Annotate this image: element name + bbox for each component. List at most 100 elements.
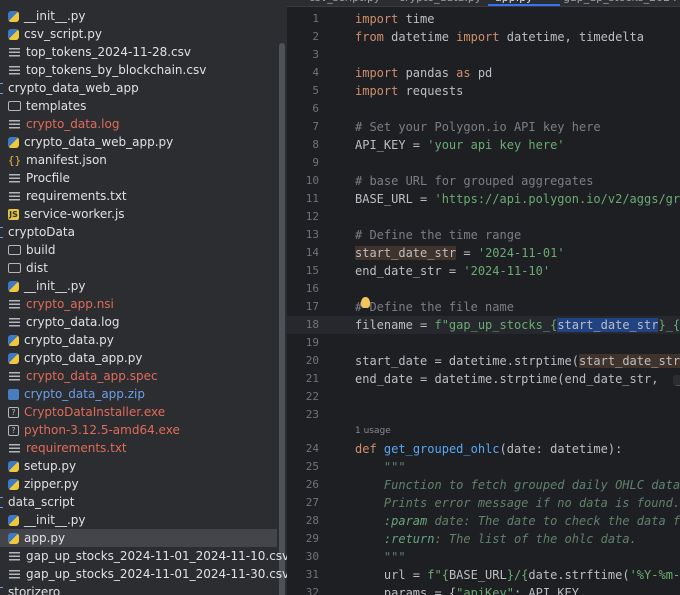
code-line[interactable]: import pandas as pd bbox=[355, 64, 492, 82]
code-line[interactable]: import time bbox=[355, 10, 434, 28]
tree-item[interactable]: crypto_data.log bbox=[0, 313, 277, 331]
tree-item[interactable]: requirements.txt bbox=[0, 187, 277, 205]
tree-item-label: app.py bbox=[24, 531, 66, 545]
code-line[interactable]: # base URL for grouped aggregates bbox=[355, 172, 593, 190]
tree-item[interactable]: __init__.py bbox=[0, 7, 277, 25]
text-file-icon bbox=[8, 298, 21, 311]
tree-item[interactable]: __init__.py bbox=[0, 511, 277, 529]
code-line[interactable]: import requests bbox=[355, 82, 463, 100]
tree-item[interactable]: crypto_data.py bbox=[0, 331, 277, 349]
code-token: (date: datetime): bbox=[499, 442, 623, 456]
line-number: 27 bbox=[305, 496, 319, 509]
code-line[interactable]: BASE_URL = 'https://api.polygon.io/v2/ag… bbox=[355, 190, 680, 208]
code-line[interactable]: end_date = datetime.strptime(end_date_st… bbox=[355, 370, 680, 388]
line-number: 14 bbox=[305, 246, 319, 259]
tree-item[interactable]: __init__.py bbox=[0, 277, 277, 295]
code-line[interactable]: filename = f"gap_up_stocks_{start_date_s… bbox=[355, 316, 680, 334]
code-line[interactable]: """ bbox=[355, 548, 406, 566]
tree-item[interactable]: gap_up_stocks_2024-11-01_2024-11-10.csv bbox=[0, 547, 287, 565]
code-line[interactable]: end_date_str = '2024-11-10' bbox=[355, 262, 550, 280]
code-line[interactable]: # Define the time range bbox=[355, 226, 521, 244]
python-file-icon bbox=[8, 460, 19, 472]
code-token: Function to fetch grouped daily OHLC dat… bbox=[383, 478, 680, 492]
line-number: 6 bbox=[312, 102, 319, 115]
tree-item[interactable]: ? CryptoDataInstaller.exe bbox=[0, 403, 277, 421]
code-line[interactable]: Function to fetch grouped daily OHLC dat… bbox=[355, 476, 680, 494]
text-file-icon bbox=[8, 442, 21, 455]
project-tree-panel: __init__.py csv_script.py top_tokens_2024-… bbox=[0, 0, 287, 595]
tree-item[interactable]: ? python-3.12.5-amd64.exe bbox=[0, 421, 277, 439]
tree-item[interactable]: crypto_data_web_app.py bbox=[0, 133, 277, 151]
tree-item-label: dist bbox=[26, 261, 48, 275]
code-line[interactable]: # Set your Polygon.io API key here bbox=[355, 118, 601, 136]
tree-item-label: crypto_data.log bbox=[26, 315, 120, 329]
line-number: 20 bbox=[305, 354, 319, 367]
code-line[interactable]: :param date: The date to check the data … bbox=[355, 512, 680, 530]
code-line[interactable]: :return: The list of the ohlc data. bbox=[355, 530, 637, 548]
code-token: # base URL for grouped aggregates bbox=[355, 174, 594, 188]
tree-item-label: top_tokens_by_blockchain.csv bbox=[26, 63, 207, 77]
text-file-icon bbox=[8, 568, 21, 581]
tree-item-label: zipper.py bbox=[24, 477, 79, 491]
tree-item[interactable]: zipper.py bbox=[0, 475, 277, 493]
tree-item-label: crypto_data_app.zip bbox=[24, 387, 145, 401]
code-line[interactable]: API_KEY = 'your api key here' bbox=[355, 136, 565, 154]
tree-item[interactable]: crypto_data.log bbox=[0, 115, 277, 133]
code-token: f"{ bbox=[427, 568, 449, 582]
tree-item[interactable]: crypto_data_app.spec bbox=[0, 367, 277, 385]
tree-item[interactable]: storjzero bbox=[0, 583, 277, 595]
code-token: date: The date to check the data for. bbox=[427, 514, 680, 528]
code-token: # Define the time range bbox=[355, 228, 522, 242]
tree-item[interactable]: csv_script.py bbox=[0, 25, 277, 43]
tab-file[interactable]: csv_script.py bbox=[309, 0, 380, 4]
code-editor[interactable]: csv_script.pycrypto_data.pyapp.pygap_up_… bbox=[287, 0, 680, 595]
tree-item[interactable]: setup.py bbox=[0, 457, 277, 475]
code-token: from bbox=[355, 30, 384, 44]
code-token: time bbox=[398, 12, 435, 26]
usage-hint[interactable]: 1 usage bbox=[355, 426, 391, 436]
tab-file[interactable]: crypto_data.py bbox=[399, 0, 481, 4]
code-line[interactable]: url = f"{BASE_URL}/{date.strftime('%Y-%m… bbox=[355, 566, 680, 584]
code-line[interactable]: params = {"apiKey": API_KEY, bbox=[355, 584, 586, 595]
tree-scrollbar[interactable] bbox=[279, 43, 285, 595]
code-line[interactable]: from datetime import datetime, timedelta bbox=[355, 28, 644, 46]
tree-item[interactable]: data_script bbox=[0, 493, 277, 511]
code-line[interactable]: Prints error message if no data is found… bbox=[355, 494, 680, 512]
tree-item[interactable]: dist bbox=[0, 259, 277, 277]
code-line[interactable]: # Define the file name bbox=[355, 298, 514, 316]
tree-item[interactable]: top_tokens_2024-11-28.csv bbox=[0, 43, 277, 61]
tree-item[interactable]: {} manifest.json bbox=[0, 151, 277, 169]
tab-file[interactable]: gap_up_stocks_2024-11 bbox=[563, 0, 680, 4]
code-line[interactable]: start_date_str = '2024-11-01' bbox=[355, 244, 565, 262]
tree-item[interactable]: crypto_data_app.py bbox=[0, 349, 277, 367]
code-token: = bbox=[456, 246, 478, 260]
tree-item-label: top_tokens_2024-11-28.csv bbox=[26, 45, 191, 59]
tree-item[interactable]: crypto_data_web_app bbox=[0, 79, 277, 97]
tree-item[interactable]: JS service-worker.js bbox=[0, 205, 277, 223]
python-file-icon bbox=[8, 10, 19, 22]
archive-file-icon bbox=[8, 388, 19, 400]
tree-item[interactable]: app.py bbox=[0, 529, 277, 547]
tree-item[interactable]: gap_up_stocks_2024-11-01_2024-11-30.csv bbox=[0, 565, 287, 583]
tree-item[interactable]: crypto_data_app.zip bbox=[0, 385, 277, 403]
code-line[interactable]: def get_grouped_ohlc(date: datetime): bbox=[355, 440, 622, 458]
code-token: requests bbox=[398, 84, 464, 98]
executable-file-icon: ? bbox=[8, 424, 19, 436]
code-line[interactable]: """ bbox=[355, 458, 406, 476]
line-number: 11 bbox=[305, 192, 319, 205]
tree-item[interactable]: top_tokens_by_blockchain.csv bbox=[0, 61, 277, 79]
tree-item-label: build bbox=[26, 243, 56, 257]
tree-item[interactable]: build bbox=[0, 241, 277, 259]
tree-item[interactable]: crypto_app.nsi bbox=[0, 295, 277, 313]
code-line[interactable]: start_date = datetime.strptime(start_dat… bbox=[355, 352, 680, 370]
tree-item[interactable]: templates bbox=[0, 97, 277, 115]
code-token: import bbox=[355, 84, 399, 98]
intention-bulb-icon[interactable] bbox=[361, 297, 370, 308]
javascript-file-icon: JS bbox=[8, 208, 19, 220]
active-tab-indicator bbox=[488, 4, 560, 6]
tree-item[interactable]: Procfile bbox=[0, 169, 277, 187]
tree-item-label: crypto_data_web_app bbox=[8, 81, 139, 95]
code-token: '2024-11-01' bbox=[477, 246, 565, 260]
tree-item[interactable]: requirements.txt bbox=[0, 439, 277, 457]
tree-item[interactable]: cryptoData bbox=[0, 223, 277, 241]
